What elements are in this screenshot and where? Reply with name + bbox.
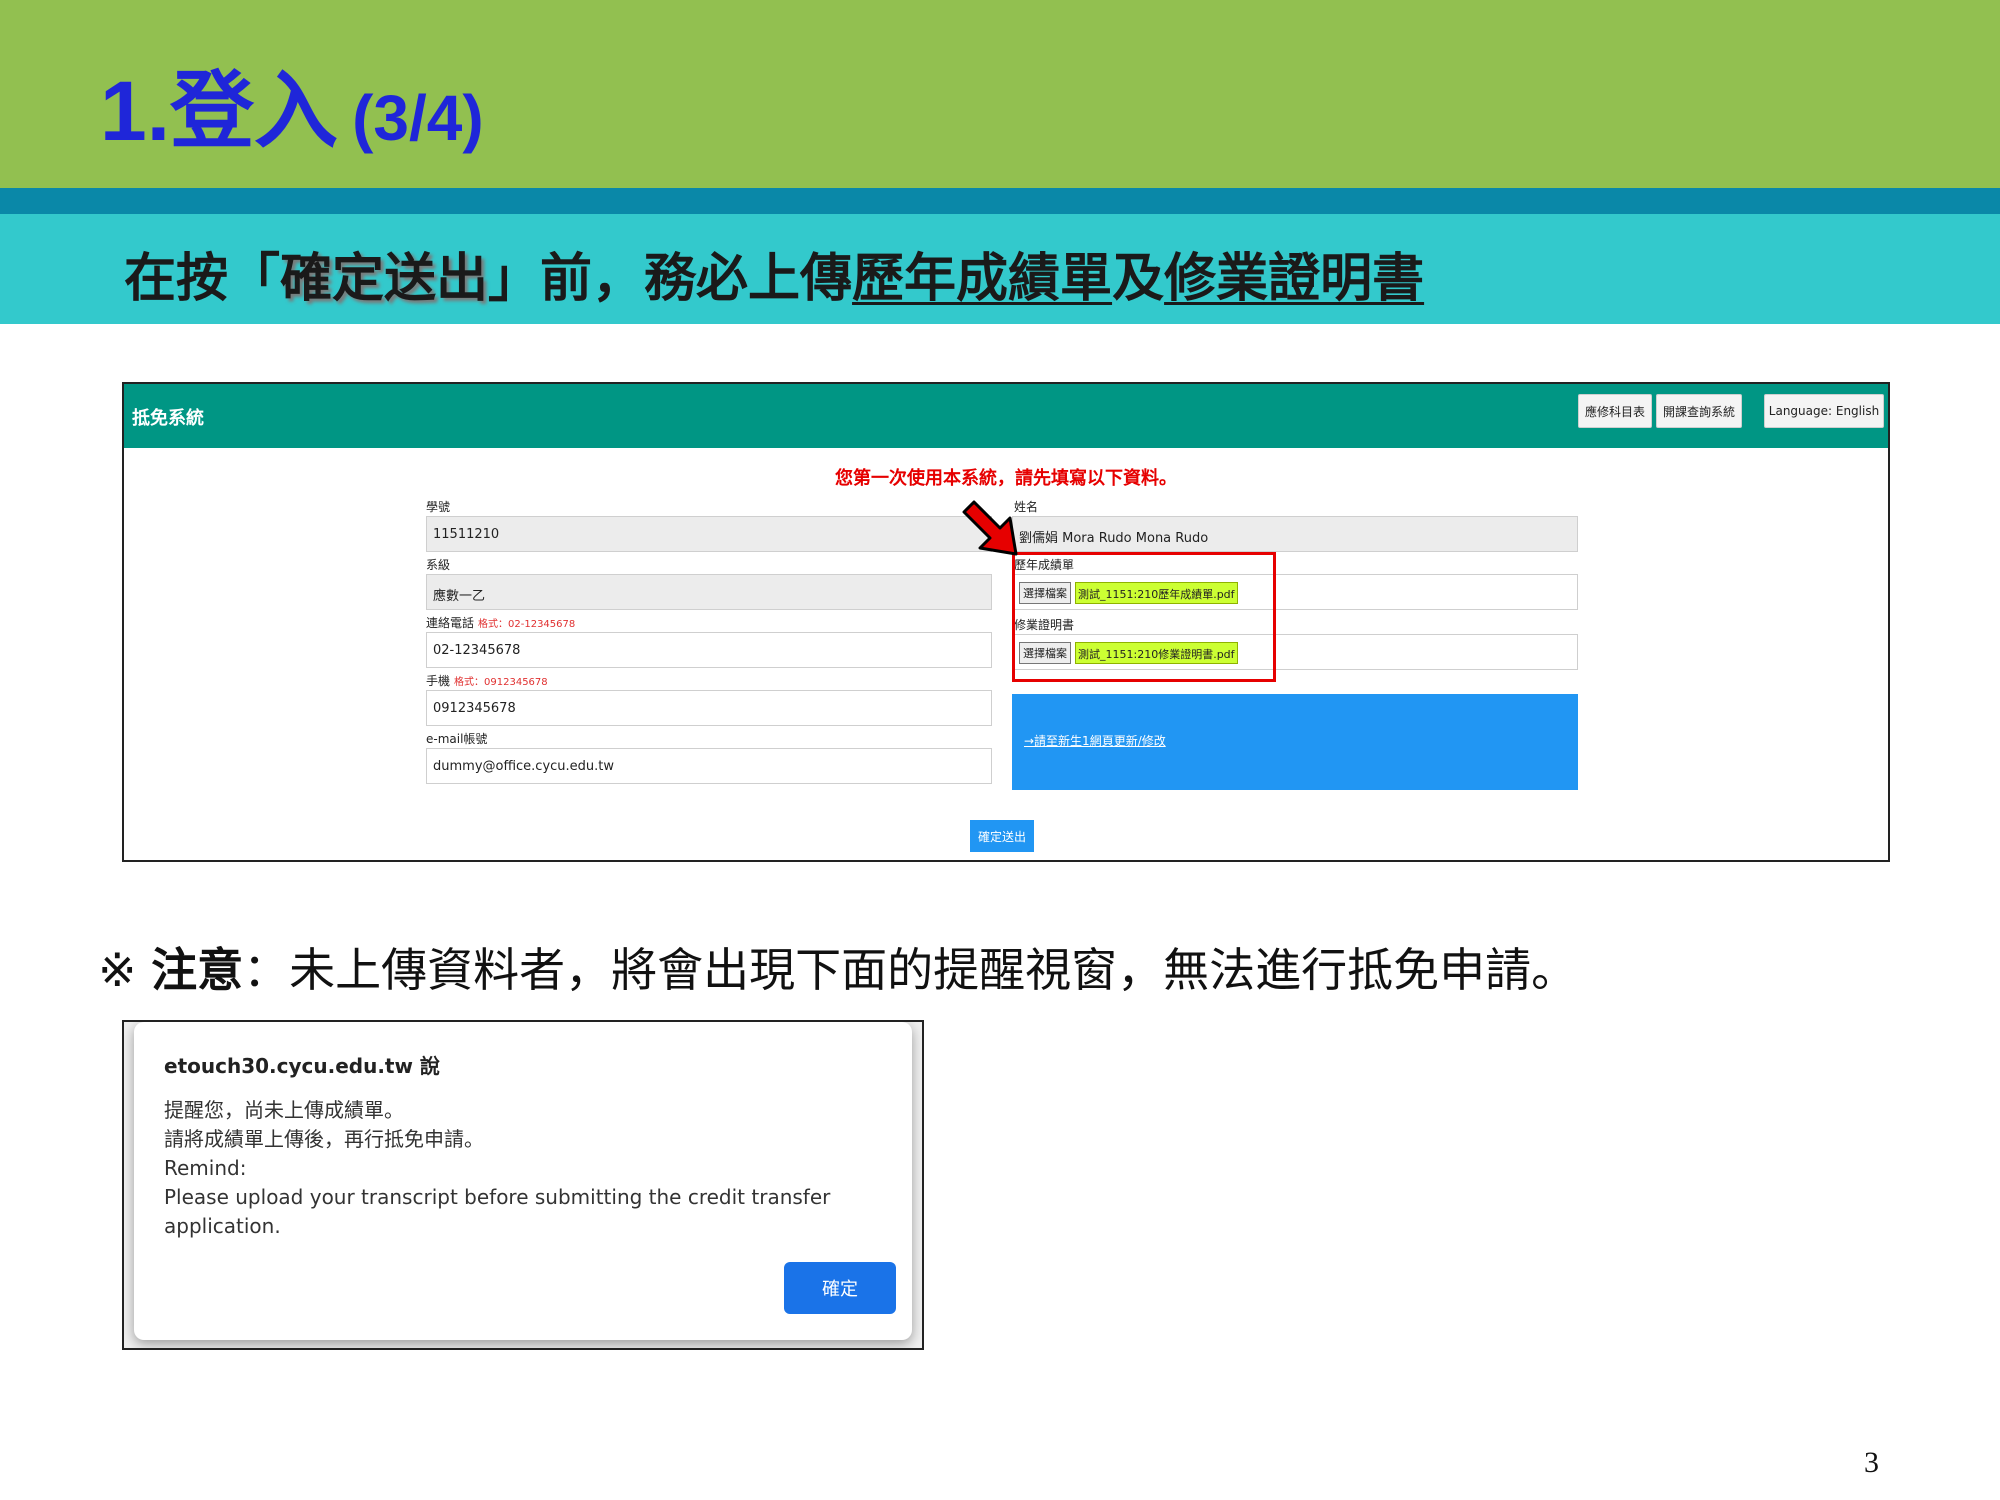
alert-screenshot: etouch30.cycu.edu.tw 說 提醒您，尚未上傳成績單。 請將成績… <box>122 1020 924 1350</box>
subtitle-part: 在按「 <box>124 249 281 309</box>
slide-title: 1.登入 (3/4) <box>100 44 484 165</box>
subtitle-part: 確定送出 <box>280 249 489 309</box>
alert-line: Please upload your transcript before sub… <box>164 1185 831 1238</box>
note-emphasis: 注意 <box>151 943 244 997</box>
top-navbar: 抵免系統 應修科目表 開課查詢系統 Language: English <box>124 384 1888 448</box>
email-field[interactable]: dummy@office.cycu.edu.tw <box>426 748 992 784</box>
email-label: e-mail帳號 <box>426 732 488 746</box>
red-arrow-icon <box>962 500 1018 556</box>
alert-dialog: etouch30.cycu.edu.tw 說 提醒您，尚未上傳成績單。 請將成績… <box>134 1022 912 1340</box>
slide-subtitle: 在按「確定送出」前，務必上傳歷年成績單及修業證明書 <box>124 236 1424 311</box>
first-use-notice: 您第一次使用本系統，請先填寫以下資料。 <box>835 468 1177 489</box>
alert-line: 提醒您，尚未上傳成績單。 <box>164 1098 404 1122</box>
alert-line: 請將成績單上傳後，再行抵免申請。 <box>164 1127 484 1151</box>
phone-label-text: 連絡電話 <box>426 616 475 630</box>
slide-title-text: 1.登入 <box>100 64 339 158</box>
subtitle-part: 修業證明書 <box>1164 249 1425 309</box>
language-button[interactable]: Language: English <box>1764 394 1884 428</box>
divider-strip <box>0 188 2000 214</box>
note-mark: ※ <box>98 943 152 997</box>
phone-field[interactable]: 02-12345678 <box>426 632 992 668</box>
alert-ok-button[interactable]: 確定 <box>784 1262 896 1314</box>
subtitle-part: 歷年成績單 <box>852 249 1113 309</box>
phone-format-hint: 格式：02-12345678 <box>478 619 576 630</box>
phone-label: 連絡電話 格式：02-12345678 <box>426 614 575 631</box>
department-field[interactable]: 應數一乙 <box>426 574 992 610</box>
brand-title[interactable]: 抵免系統 <box>132 404 204 430</box>
alert-message: 提醒您，尚未上傳成績單。 請將成績單上傳後，再行抵免申請。 Remind: Pl… <box>164 1096 864 1241</box>
student-id-field[interactable]: 11511210 <box>426 516 992 552</box>
system-screenshot: 抵免系統 應修科目表 開課查詢系統 Language: English 您第一次… <box>122 382 1890 862</box>
upload-highlight-box <box>1012 552 1276 682</box>
mobile-field[interactable]: 0912345678 <box>426 690 992 726</box>
name-field[interactable]: 劉儒娟 Mora Rudo Mona Rudo <box>1012 516 1578 552</box>
note-text: ：未上傳資料者，將會出現下面的提醒視窗，無法進行抵免申請。 <box>243 943 1578 997</box>
page-number: 3 <box>1864 1446 1879 1479</box>
warning-note: ※ 注意：未上傳資料者，將會出現下面的提醒視窗，無法進行抵免申請。 <box>98 934 1577 1000</box>
mobile-format-hint: 格式：0912345678 <box>454 677 548 688</box>
confirm-submit-button[interactable]: 確定送出 <box>970 820 1034 852</box>
subtitle-part: 及 <box>1112 249 1165 309</box>
update-info-link[interactable]: →請至新生1網頁更新/修改 <box>1024 732 1166 749</box>
nav-button-course-search[interactable]: 開課查詢系統 <box>1656 394 1742 428</box>
update-info-panel: →請至新生1網頁更新/修改 <box>1012 694 1578 790</box>
department-label: 系級 <box>426 558 451 572</box>
mobile-label-text: 手機 <box>426 674 451 688</box>
subtitle-part: 」前，務必上傳 <box>488 249 853 309</box>
student-id-label: 學號 <box>426 500 451 514</box>
slide-title-step: (3/4) <box>352 82 484 154</box>
mobile-label: 手機 格式：0912345678 <box>426 672 548 689</box>
alert-line: Remind: <box>164 1156 247 1180</box>
nav-button-required-courses[interactable]: 應修科目表 <box>1578 394 1652 428</box>
alert-title: etouch30.cycu.edu.tw 說 <box>164 1054 440 1078</box>
